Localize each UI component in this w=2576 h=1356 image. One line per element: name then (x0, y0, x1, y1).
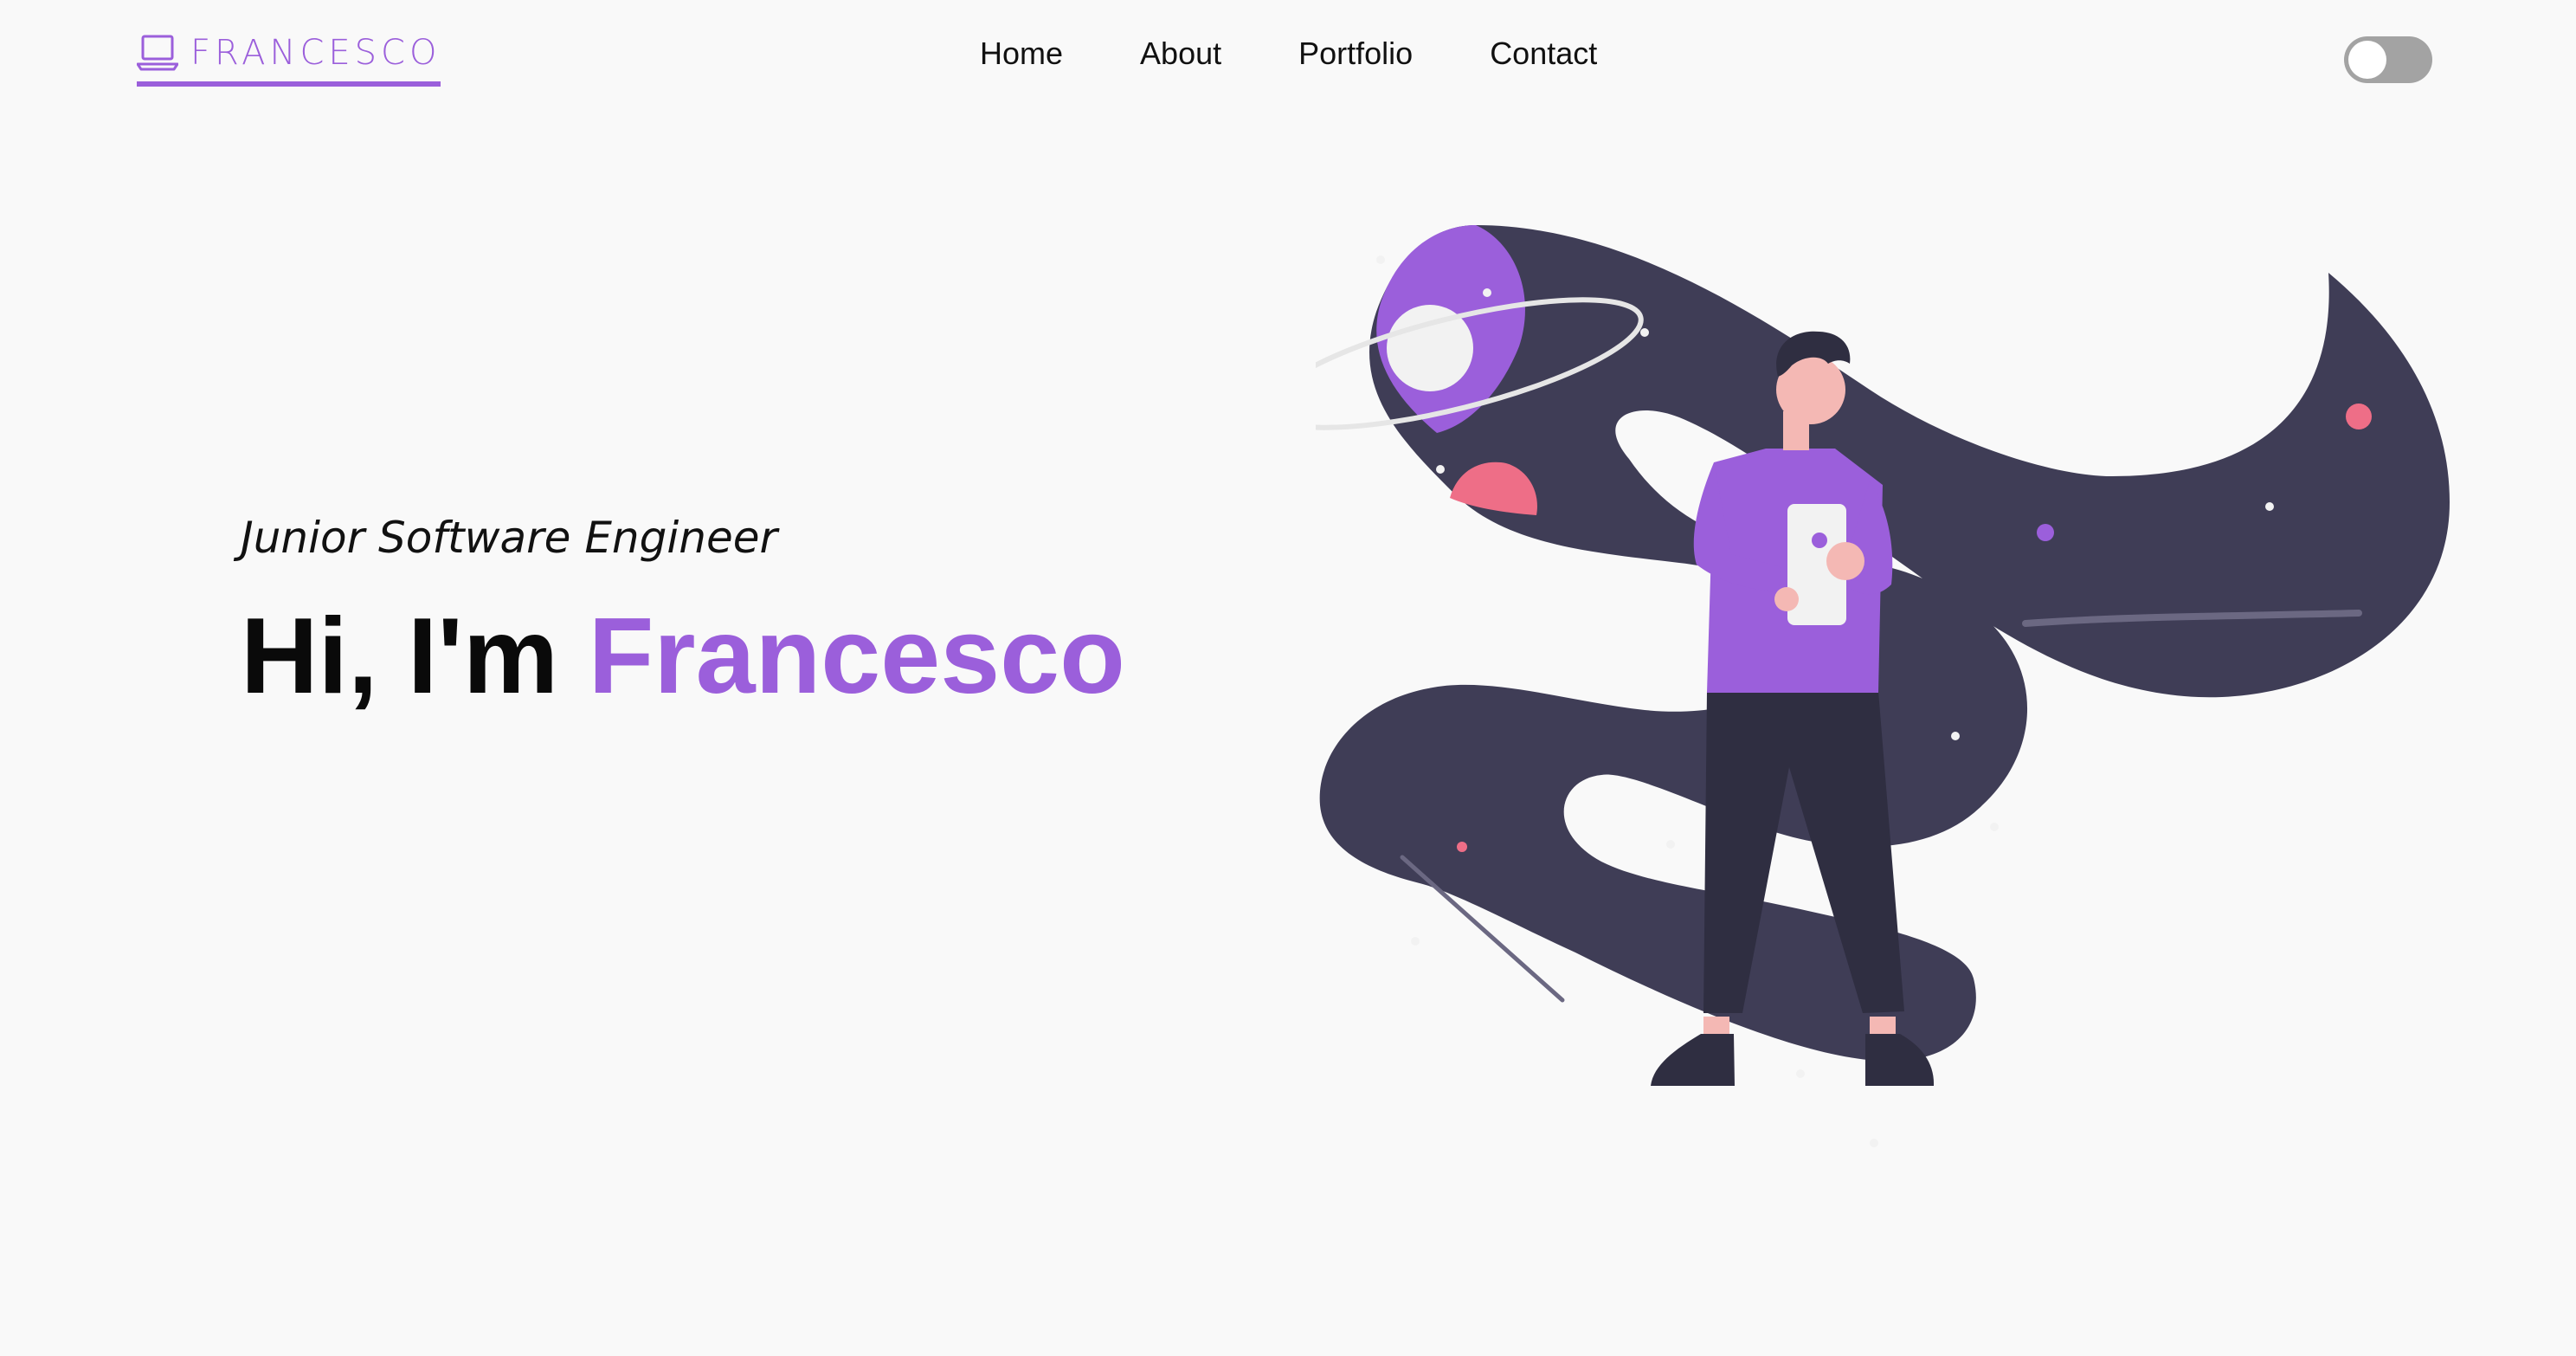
nav-portfolio-link[interactable]: Portfolio (1298, 33, 1413, 74)
theme-toggle[interactable] (2344, 36, 2432, 83)
brand-name: FRANCESCO (190, 33, 441, 73)
nav-contact-link[interactable]: Contact (1490, 33, 1597, 74)
hero-name: Francesco (588, 597, 1125, 716)
person-with-phone-space-illustration (1316, 225, 2450, 1147)
star (1990, 823, 1999, 831)
star (1411, 937, 1420, 946)
hand (1826, 542, 1864, 580)
hero-greeting: Hi, I'm (241, 597, 559, 716)
pink-star (1457, 842, 1467, 852)
star (1640, 328, 1649, 337)
star (2265, 502, 2274, 511)
shoe (1651, 1034, 1735, 1086)
star (1951, 732, 1960, 740)
laptop-icon (137, 35, 178, 71)
page: FRANCESCO Home About Portfolio Contact J… (0, 0, 2576, 1356)
purple-star (2037, 524, 2054, 541)
phone-dot (1812, 533, 1827, 548)
pink-star (2346, 404, 2372, 429)
star (1483, 288, 1491, 297)
nav-home-link[interactable]: Home (980, 33, 1063, 74)
star (1666, 840, 1675, 849)
nav-about-link[interactable]: About (1140, 33, 1221, 74)
star (1796, 1069, 1805, 1078)
hero-subtitle: Junior Software Engineer (241, 513, 778, 563)
toggle-knob (2348, 41, 2386, 79)
star (1436, 465, 1445, 474)
brand-logo[interactable]: FRANCESCO (137, 33, 441, 87)
main-nav: Home About Portfolio Contact (980, 33, 1597, 74)
star (1376, 255, 1385, 264)
hero-title: Hi, I'm Francesco (241, 596, 1125, 717)
star (1870, 1139, 1878, 1147)
hand (1774, 587, 1799, 611)
